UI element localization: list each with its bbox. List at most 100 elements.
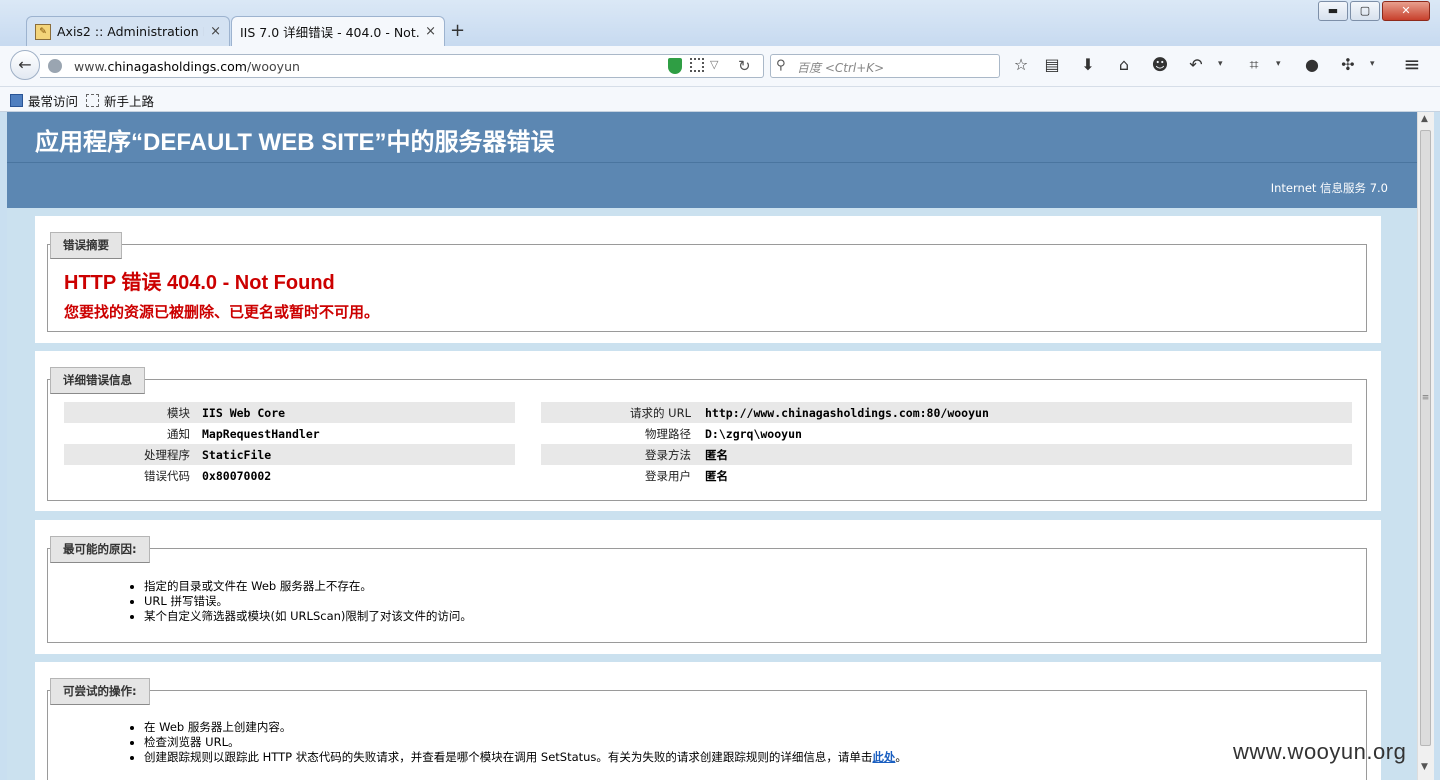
- page-header: 应用程序“DEFAULT WEB SITE”中的服务器错误: [7, 112, 1417, 162]
- detail-table-left: 模块 IIS Web Core 通知 MapRequestHandler 处理程序 S…: [64, 402, 515, 486]
- table-row: 通知 MapRequestHandler: [64, 423, 515, 444]
- reload-icon[interactable]: ↻: [738, 57, 751, 75]
- bookmark-getting-started[interactable]: 新手上路: [86, 91, 154, 110]
- axis2-favicon-icon: ✎: [35, 23, 51, 40]
- page-title: 应用程序“DEFAULT WEB SITE”中的服务器错误: [35, 129, 555, 156]
- undo-icon[interactable]: ↶: [1185, 55, 1207, 74]
- detail-value: http://www.chinagasholdings.com:80/wooyu…: [701, 402, 1352, 423]
- bookmark-label: 最常访问: [28, 94, 79, 109]
- minimize-button[interactable]: ▬: [1318, 1, 1348, 21]
- tab-close-icon[interactable]: ×: [425, 24, 436, 39]
- causes-list: 指定的目录或文件在 Web 服务器上不存在。 URL 拼写错误。 某个自定义筛选…: [134, 579, 472, 624]
- detail-key: 错误代码: [144, 468, 190, 483]
- table-row: 登录方法 匿名: [541, 444, 1352, 465]
- bookmark-star-icon[interactable]: ☆: [1010, 55, 1032, 74]
- scrollbar-grip-icon: ≡: [1421, 393, 1430, 403]
- action-text: 创建跟踪规则以跟踪此 HTTP 状态代码的失败请求，并查看是哪个模块在调用 Se…: [144, 750, 873, 764]
- search-icon: ⚲: [776, 58, 786, 73]
- bug-icon[interactable]: ✣: [1337, 55, 1359, 74]
- error-summary-legend: 错误摘要: [50, 232, 122, 259]
- actions-fieldset: 可尝试的操作: 在 Web 服务器上创建内容。 检查浏览器 URL。 创建跟踪规…: [47, 678, 1367, 780]
- window-controls: ▬ ▢ ✕: [1318, 1, 1430, 21]
- navigation-toolbar: www.chinagasholdings.com/wooyun ▽ ↻ ← ⚲ …: [0, 46, 1440, 87]
- detail-value: MapRequestHandler: [202, 426, 320, 441]
- detailed-error-fieldset: 详细错误信息 模块 IIS Web Core 通知 MapRequestHandle…: [47, 367, 1367, 501]
- detail-key: 处理程序: [64, 444, 200, 465]
- error-summary-fieldset: 错误摘要 HTTP 错误 404.0 - Not Found 您要找的资源已被删…: [47, 232, 1367, 332]
- undo-dropdown-icon[interactable]: ▾: [1218, 59, 1223, 69]
- actions-panel: 可尝试的操作: 在 Web 服务器上创建内容。 检查浏览器 URL。 创建跟踪规…: [35, 662, 1381, 780]
- action-text-end: 。: [895, 750, 907, 764]
- detail-key: 通知: [167, 426, 190, 441]
- detail-key: 登录用户: [645, 468, 691, 483]
- page-placeholder-icon: [86, 94, 99, 107]
- new-tab-button[interactable]: +: [450, 20, 465, 41]
- list-item: 某个自定义筛选器或模块(如 URLScan)限制了对该文件的访问。: [144, 609, 472, 624]
- detail-value: 匿名: [705, 468, 728, 483]
- scroll-down-icon[interactable]: ▼: [1421, 762, 1428, 772]
- error-description: 您要找的资源已被删除、已更名或暂时不可用。: [64, 303, 380, 321]
- table-row: 错误代码 0x80070002: [64, 465, 515, 486]
- bookmarks-library-icon[interactable]: ▤: [1041, 55, 1063, 74]
- table-row: 请求的 URL http://www.chinagasholdings.com:8…: [541, 402, 1352, 423]
- message-bubble-icon[interactable]: ●: [1301, 55, 1323, 74]
- vertical-scrollbar[interactable]: ▲ ≡ ▼: [1417, 112, 1434, 780]
- home-icon[interactable]: ⌂: [1113, 55, 1135, 74]
- detail-key: 登录方法: [541, 444, 701, 465]
- site-identity-icon[interactable]: [48, 59, 62, 73]
- bookmark-most-visited[interactable]: 最常访问: [10, 91, 78, 110]
- title-bar: ✎ Axis2 :: Administration P... × IIS 7.0…: [0, 0, 1440, 46]
- scroll-up-icon[interactable]: ▲: [1421, 114, 1428, 124]
- detailed-error-legend: 详细错误信息: [50, 367, 145, 394]
- chat-icon[interactable]: ☻: [1149, 55, 1171, 74]
- url-prefix: www.: [74, 59, 108, 74]
- table-row: 处理程序 StaticFile: [64, 444, 515, 465]
- list-item: 创建跟踪规则以跟踪此 HTTP 状态代码的失败请求，并查看是哪个模块在调用 Se…: [144, 750, 907, 765]
- list-item: 检查浏览器 URL。: [144, 735, 907, 750]
- watermark: www.wooyun.org: [1233, 739, 1407, 764]
- likely-causes-panel: 最可能的原因: 指定的目录或文件在 Web 服务器上不存在。 URL 拼写错误。…: [35, 520, 1381, 654]
- detail-value: D:\zgrq\wooyun: [705, 426, 802, 441]
- detail-key: 请求的 URL: [541, 402, 701, 423]
- qr-code-icon[interactable]: [690, 58, 704, 72]
- list-item: 指定的目录或文件在 Web 服务器上不存在。: [144, 579, 472, 594]
- url-domain: chinagasholdings.com: [107, 59, 247, 74]
- server-banner: Internet 信息服务 7.0: [7, 162, 1417, 208]
- server-version: Internet 信息服务 7.0: [1270, 181, 1388, 195]
- table-row: 登录用户 匿名: [541, 465, 1352, 486]
- detail-key: 物理路径: [645, 426, 691, 441]
- here-link[interactable]: 此处: [872, 750, 895, 764]
- bug-dropdown-icon[interactable]: ▾: [1370, 59, 1375, 69]
- crop-dropdown-icon[interactable]: ▾: [1276, 59, 1281, 69]
- table-row: 物理路径 D:\zgrq\wooyun: [541, 423, 1352, 444]
- back-button[interactable]: ←: [10, 50, 40, 80]
- tab-title: Axis2 :: Administration P...: [57, 24, 205, 39]
- address-bar[interactable]: www.chinagasholdings.com/wooyun ▽ ↻: [40, 54, 764, 78]
- tab-close-icon[interactable]: ×: [210, 24, 221, 39]
- bookmarks-toolbar: 最常访问 新手上路: [0, 87, 1440, 112]
- tab-axis2-admin[interactable]: ✎ Axis2 :: Administration P... ×: [26, 16, 230, 46]
- likely-causes-legend: 最可能的原因:: [50, 536, 150, 563]
- tab-title: IIS 7.0 详细错误 - 404.0 - Not...: [240, 25, 420, 40]
- close-window-button[interactable]: ✕: [1382, 1, 1430, 21]
- download-icon[interactable]: ⬇: [1077, 55, 1099, 74]
- detailed-error-panel: 详细错误信息 模块 IIS Web Core 通知 MapRequestHandle…: [35, 351, 1381, 511]
- shield-icon[interactable]: [668, 58, 682, 74]
- detail-key: 模块: [64, 402, 200, 423]
- actions-list: 在 Web 服务器上创建内容。 检查浏览器 URL。 创建跟踪规则以跟踪此 HT…: [134, 720, 907, 765]
- url-path: /wooyun: [246, 59, 300, 74]
- menu-icon[interactable]: ≡: [1401, 52, 1423, 76]
- error-summary-panel: 错误摘要 HTTP 错误 404.0 - Not Found 您要找的资源已被删…: [35, 216, 1381, 343]
- table-row: 模块 IIS Web Core: [64, 402, 515, 423]
- crop-icon[interactable]: ⌗: [1243, 55, 1265, 75]
- maximize-button[interactable]: ▢: [1350, 1, 1380, 21]
- bookmark-label: 新手上路: [104, 94, 155, 109]
- url-text[interactable]: www.chinagasholdings.com/wooyun: [74, 59, 300, 74]
- search-input[interactable]: ⚲ 百度 <Ctrl+K>: [770, 54, 1000, 78]
- list-item: 在 Web 服务器上创建内容。: [144, 720, 907, 735]
- scrollbar-thumb[interactable]: ≡: [1420, 130, 1431, 746]
- detail-value: 0x80070002: [202, 468, 272, 483]
- tab-iis-error[interactable]: IIS 7.0 详细错误 - 404.0 - Not... ×: [231, 16, 445, 46]
- most-visited-icon: [10, 94, 23, 107]
- url-dropdown-icon[interactable]: ▽: [710, 58, 718, 71]
